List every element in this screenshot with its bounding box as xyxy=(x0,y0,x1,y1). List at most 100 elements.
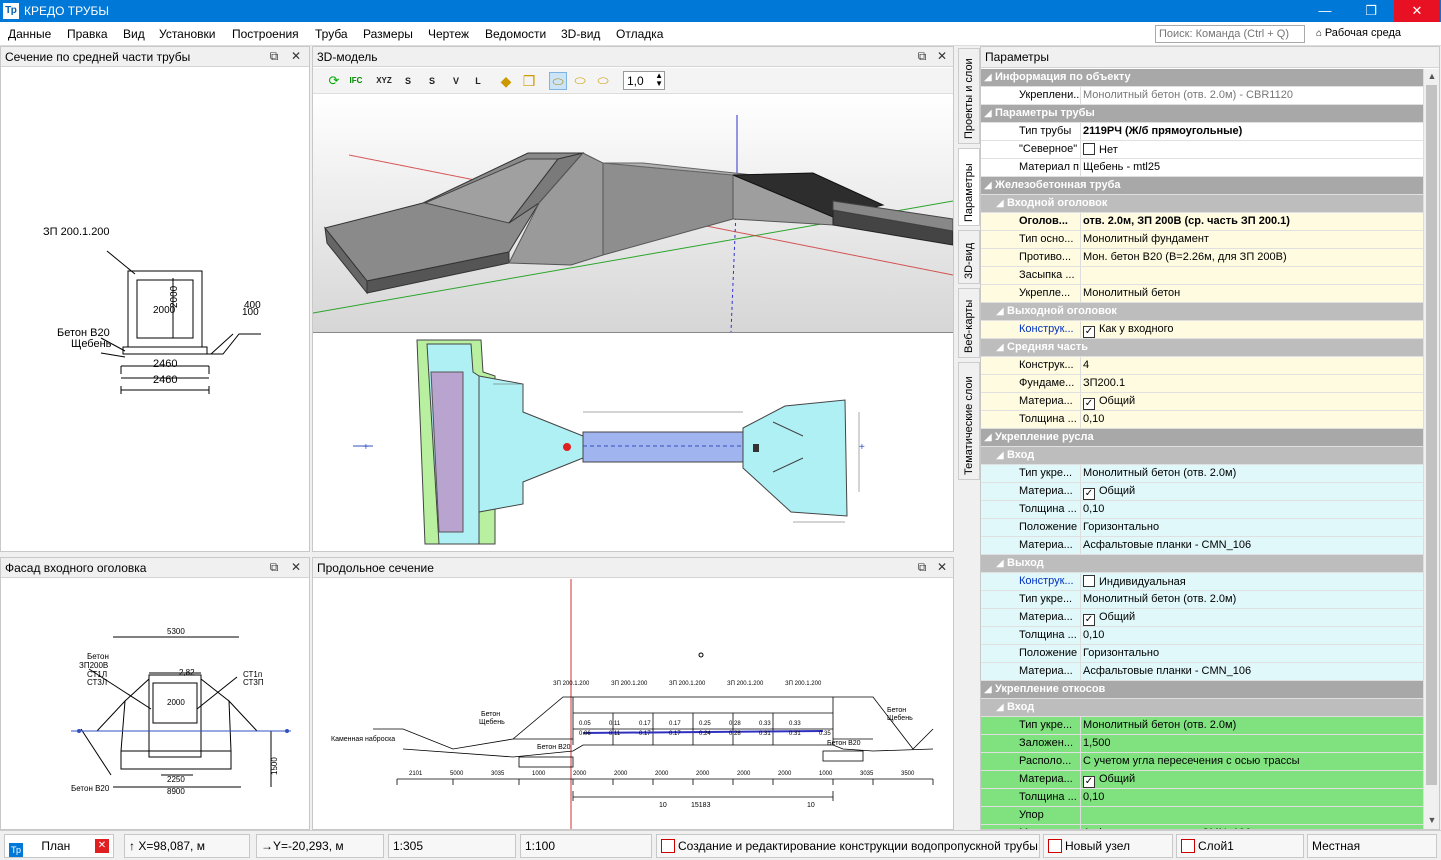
param-value[interactable]: Монолитный бетон (отв. 2.0м) - CBR1120 xyxy=(1083,89,1293,101)
param-row[interactable]: Засыпка ... xyxy=(981,267,1423,285)
param-value[interactable]: ✓ Общий xyxy=(1083,773,1135,788)
menu-3dview[interactable]: 3D-вид xyxy=(561,27,600,41)
mode-tab[interactable]: Тр План ✕ xyxy=(4,834,114,858)
close-plan-icon[interactable]: ✕ xyxy=(95,839,109,853)
collapse-icon[interactable]: ◢ xyxy=(984,432,992,443)
length-icon[interactable]: L xyxy=(469,72,487,90)
scroll-thumb[interactable] xyxy=(1426,85,1437,785)
param-value[interactable]: Мон. бетон В20 (В=2.26м, для ЗП 200В) xyxy=(1083,251,1287,263)
float-icon[interactable]: ⧉ xyxy=(267,49,281,64)
close-icon[interactable]: ✕ xyxy=(289,49,303,63)
menu-edit[interactable]: Правка xyxy=(67,27,108,41)
param-row[interactable]: Тип укре... Монолитный бетон (отв. 2.0м) xyxy=(981,465,1423,483)
param-row[interactable]: Материа... ✓ Общий xyxy=(981,483,1423,501)
param-row[interactable]: Материа... ✓ Общий xyxy=(981,393,1423,411)
param-row[interactable]: Толщина ... 0,10 xyxy=(981,501,1423,519)
wire-view-icon[interactable]: ⬭ xyxy=(571,72,589,90)
node-cell[interactable]: Новый узел xyxy=(1043,834,1173,858)
param-row[interactable]: Материа...Асфальтовые планки - CMN_106 xyxy=(981,663,1423,681)
param-value[interactable]: Асфальтовые планки - CMN_106 xyxy=(1083,539,1251,551)
param-row[interactable]: Положение Горизонтально xyxy=(981,519,1423,537)
param-section-header[interactable]: ◢ Укрепление русла xyxy=(981,429,1423,447)
ifc-icon[interactable]: IFC xyxy=(347,72,365,90)
param-value[interactable]: 2119РЧ (Ж/б прямоугольные) xyxy=(1083,125,1242,137)
menu-view[interactable]: Вид xyxy=(123,27,145,41)
param-row[interactable]: Толщина ... 0,10 xyxy=(981,411,1423,429)
param-value[interactable]: Горизонтально xyxy=(1083,521,1159,533)
param-row[interactable]: Толщина ... 0,10 xyxy=(981,789,1423,807)
plan-view[interactable]: + + xyxy=(313,332,953,551)
tab-projects-layers[interactable]: Проекты и слои xyxy=(958,48,980,144)
param-value[interactable]: 0,10 xyxy=(1083,629,1104,641)
menu-pipe[interactable]: Труба xyxy=(315,27,348,41)
close-icon[interactable]: ✕ xyxy=(289,560,303,574)
param-subsection-header[interactable]: ◢ Вход xyxy=(981,699,1423,717)
checkbox[interactable]: ✓ xyxy=(1083,488,1095,500)
param-subsection-header[interactable]: ◢ Средняя часть xyxy=(981,339,1423,357)
param-value[interactable]: ✓ Общий xyxy=(1083,395,1135,410)
collapse-icon[interactable]: ◢ xyxy=(984,684,992,695)
collapse-icon[interactable]: ◢ xyxy=(996,342,1004,353)
checkbox[interactable]: ✓ xyxy=(1083,326,1095,338)
param-value[interactable]: 0,10 xyxy=(1083,503,1104,515)
layer-cell[interactable]: Слой1 xyxy=(1176,834,1304,858)
float-icon[interactable]: ⧉ xyxy=(915,49,929,64)
collapse-icon[interactable]: ◢ xyxy=(996,450,1004,461)
param-section-header[interactable]: ◢ Укрепление откосов xyxy=(981,681,1423,699)
section-mid-canvas[interactable]: ЗП 200.1.200 2000 2000 Бетон В20 Щебень … xyxy=(1,68,309,551)
param-value[interactable]: Монолитный бетон (отв. 2.0м) xyxy=(1083,467,1236,479)
facade-canvas[interactable]: 5300 2,82 2000 2250 8900 1500 Бетон ЗП20… xyxy=(1,579,309,829)
param-value[interactable]: 0,10 xyxy=(1083,413,1104,425)
param-row[interactable]: Материа... ✓ Общий xyxy=(981,609,1423,627)
close-icon[interactable]: ✕ xyxy=(935,49,949,63)
cube-view-icon[interactable]: ❒ xyxy=(520,72,538,90)
param-row[interactable]: "Северное" ... Нет xyxy=(981,141,1423,159)
param-row[interactable]: Оголов... отв. 2.0м, ЗП 200В (ср. часть З… xyxy=(981,213,1423,231)
param-row[interactable]: Толщина ... 0,10 xyxy=(981,627,1423,645)
collapse-icon[interactable]: ◢ xyxy=(984,180,992,191)
param-row[interactable]: Укрепле... Монолитный бетон xyxy=(981,285,1423,303)
checkbox[interactable] xyxy=(1083,143,1095,155)
menu-dimensions[interactable]: Размеры xyxy=(363,27,413,41)
param-row[interactable]: Упор xyxy=(981,807,1423,825)
param-section-header[interactable]: ◢ Параметры трубы xyxy=(981,105,1423,123)
scale2-cell[interactable]: 1:100 xyxy=(520,834,652,858)
checkbox[interactable]: ✓ xyxy=(1083,776,1095,788)
checkbox[interactable] xyxy=(1083,575,1095,587)
param-row[interactable]: Положение Горизонтально xyxy=(981,645,1423,663)
param-row[interactable]: Тип укре... Монолитный бетон (отв. 2.0м) xyxy=(981,717,1423,735)
param-subsection-header[interactable]: ◢ Выход xyxy=(981,555,1423,573)
close-icon[interactable]: ✕ xyxy=(935,560,949,574)
param-value[interactable]: С учетом угла пересечения с осью трассы xyxy=(1083,755,1300,767)
volume-icon[interactable]: V xyxy=(447,72,465,90)
collapse-icon[interactable]: ◢ xyxy=(996,702,1004,713)
param-subsection-header[interactable]: ◢ Выходной оголовок xyxy=(981,303,1423,321)
scale1-cell[interactable]: 1:305 xyxy=(388,834,516,858)
param-value[interactable]: Индивидуальная xyxy=(1083,575,1186,588)
maximize-button[interactable]: ❐ xyxy=(1348,0,1394,22)
param-row[interactable]: Конструк... Индивидуальная xyxy=(981,573,1423,591)
param-value[interactable]: Асфальтовые планки - CMN_106 xyxy=(1083,665,1251,677)
param-row[interactable]: Фундаме... ЗП200.1 xyxy=(981,375,1423,393)
menu-debug[interactable]: Отладка xyxy=(616,27,663,41)
param-value[interactable]: отв. 2.0м, ЗП 200В (ср. часть ЗП 200.1) xyxy=(1083,215,1290,227)
param-row[interactable]: Материа... ✓ Общий xyxy=(981,771,1423,789)
param-value[interactable]: ✓ Общий xyxy=(1083,611,1135,626)
param-value[interactable]: ✓ Как у входного xyxy=(1083,323,1174,338)
minimize-button[interactable]: — xyxy=(1302,0,1348,22)
viewport-3d[interactable] xyxy=(313,95,953,332)
coords-cell[interactable]: Местная xyxy=(1307,834,1437,858)
tab-3d-view[interactable]: 3D-вид xyxy=(958,230,980,284)
param-value[interactable]: Монолитный фундамент xyxy=(1083,233,1209,245)
tab-thematic-layers[interactable]: Тематические слои xyxy=(958,362,980,480)
solid-view-icon[interactable]: ◆ xyxy=(497,72,515,90)
float-icon[interactable]: ⧉ xyxy=(267,560,281,575)
flat-view-icon[interactable]: ⬭ xyxy=(594,72,612,90)
param-value[interactable]: Нет xyxy=(1083,143,1118,156)
param-value[interactable]: 4 xyxy=(1083,359,1089,371)
xyz-icon[interactable]: XYZ xyxy=(375,72,393,90)
shaded-view-icon[interactable]: ⬭ xyxy=(549,72,567,90)
param-row[interactable]: Тип укре... Монолитный бетон (отв. 2.0м) xyxy=(981,591,1423,609)
param-value[interactable]: Горизонтально xyxy=(1083,647,1159,659)
menu-statements[interactable]: Ведомости xyxy=(485,27,546,41)
